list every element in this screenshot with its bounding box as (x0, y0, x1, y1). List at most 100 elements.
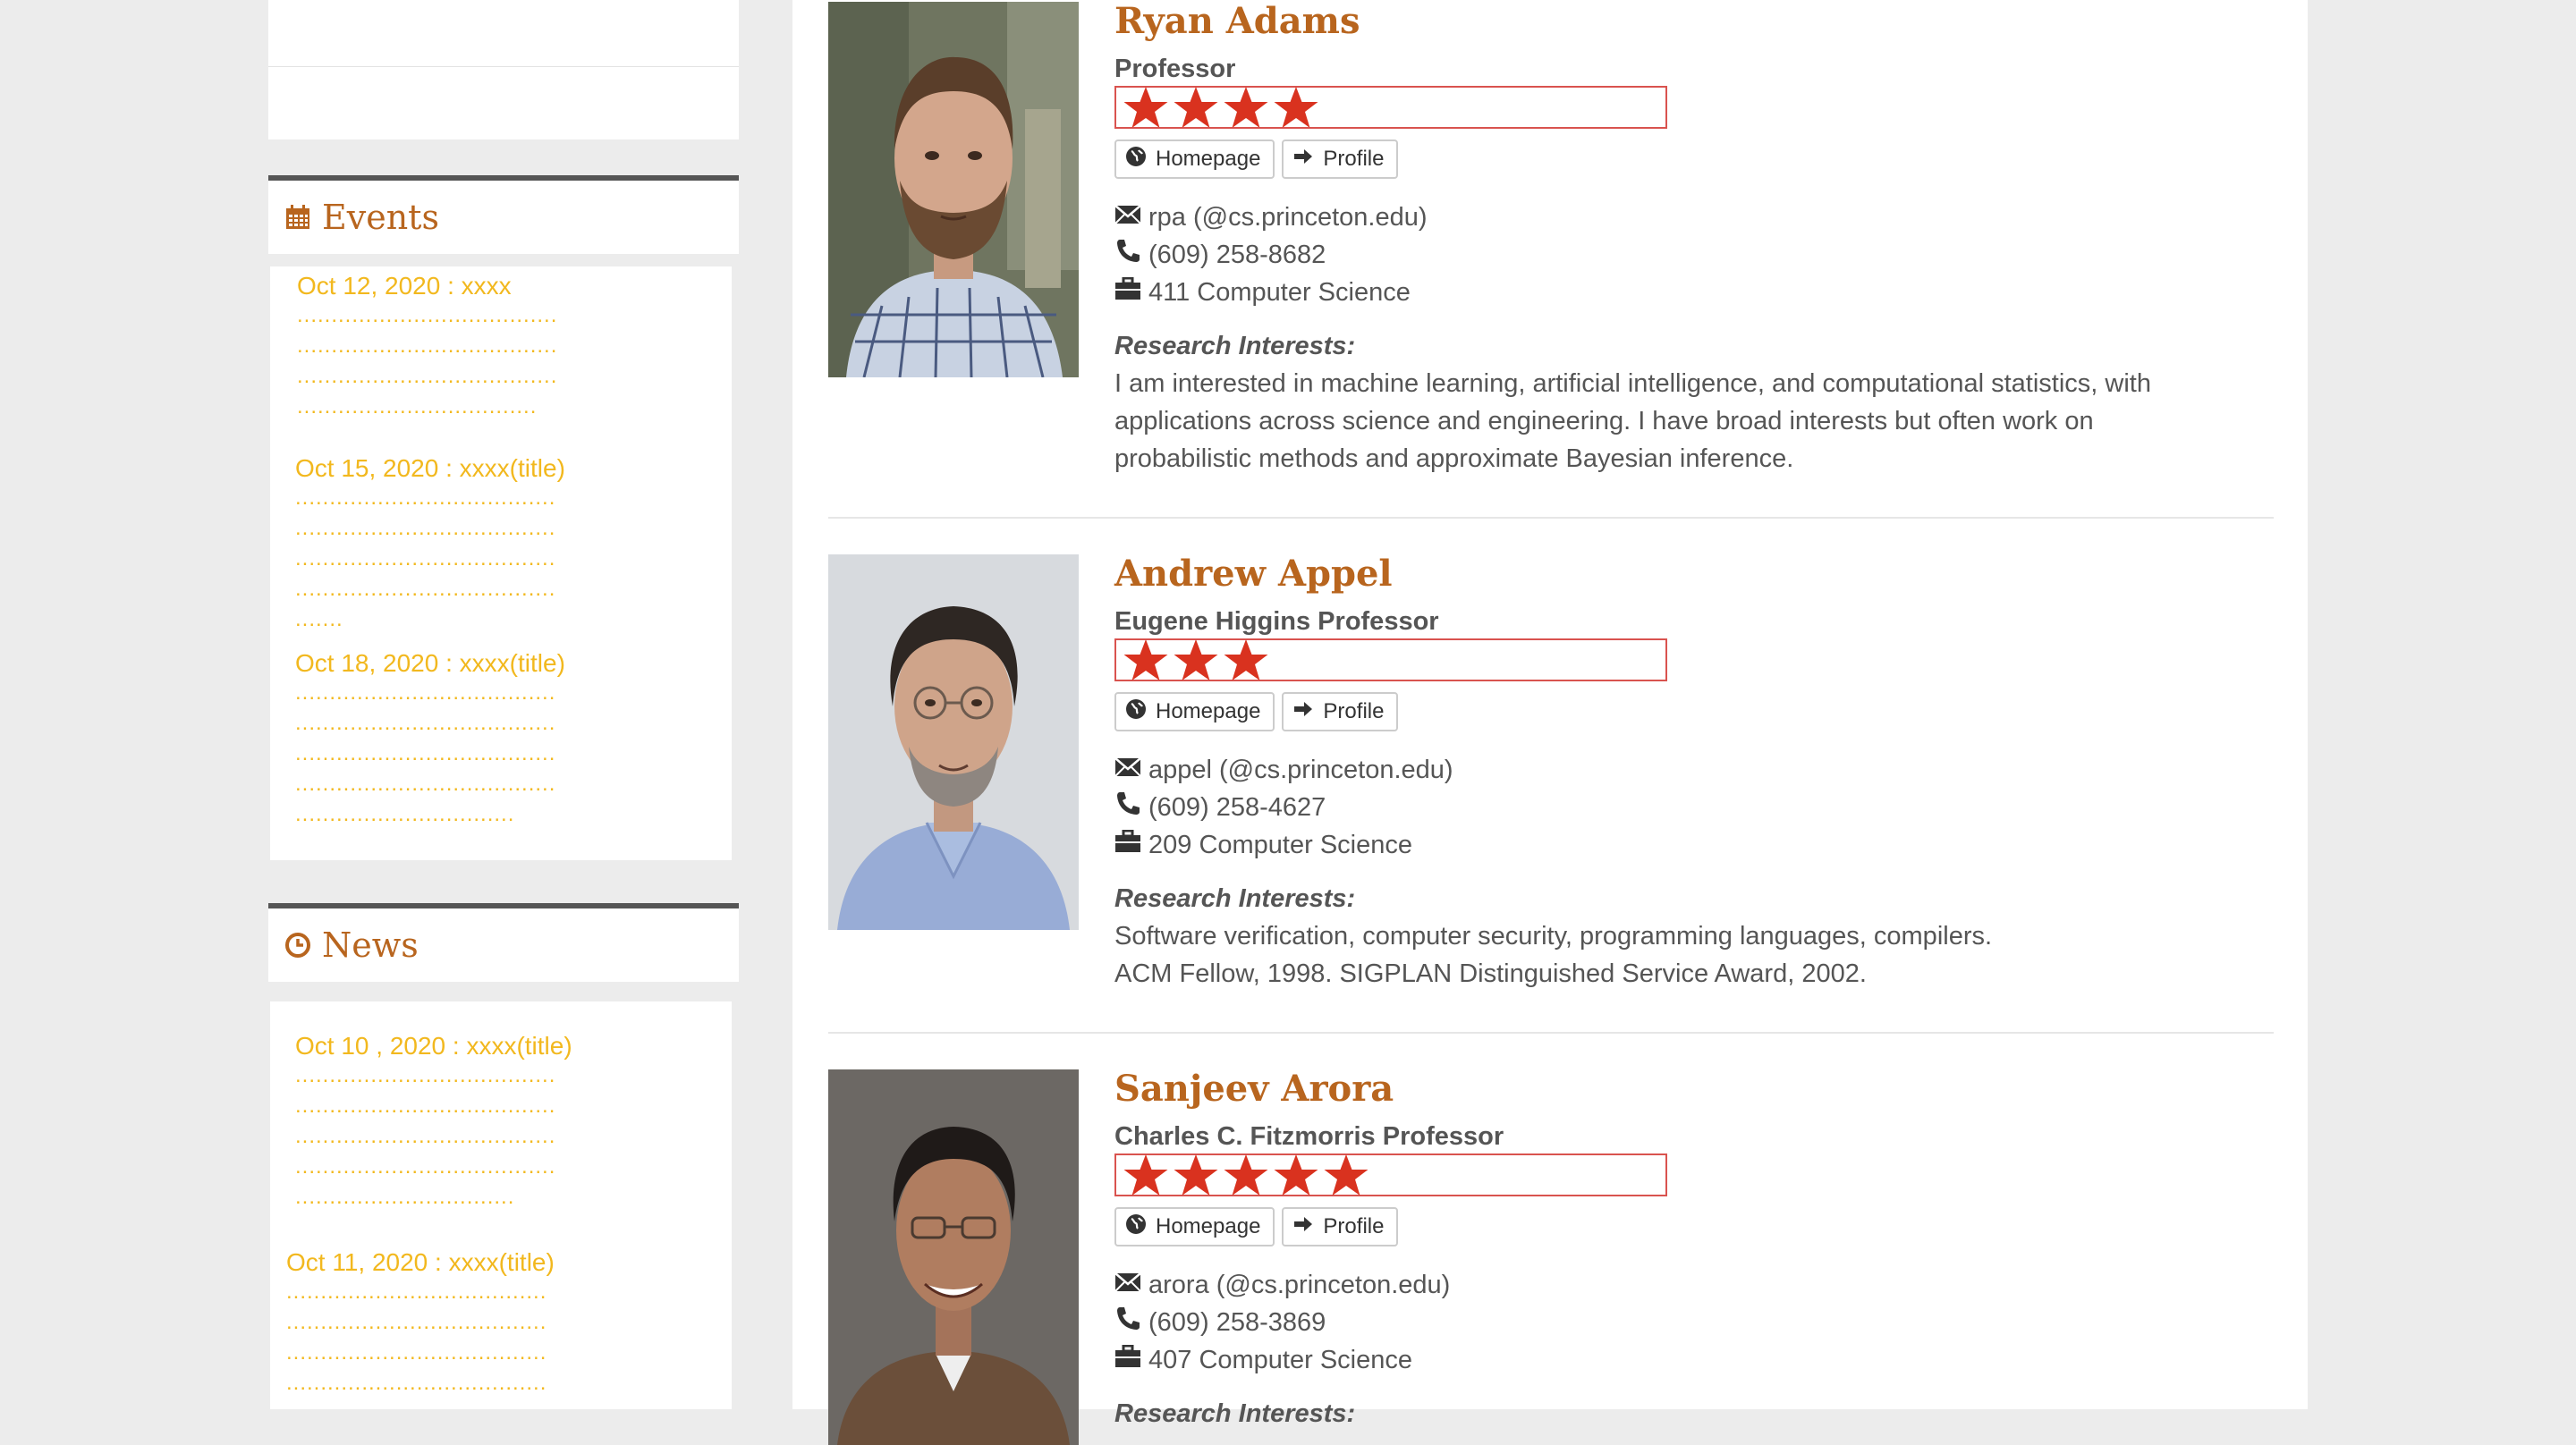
contact-info: appel (@cs.princeton.edu) (609) 258-4627… (1114, 751, 2268, 864)
homepage-button[interactable]: Homepage (1114, 692, 1275, 731)
person-card: Andrew Appel Eugene Higgins Professor Ho… (828, 554, 2274, 1037)
event-item[interactable]: Oct 15, 2020 : xxxx(title) .............… (295, 454, 635, 635)
star-icon (1274, 87, 1318, 128)
news-desc-line: ................................ (295, 1185, 515, 1209)
phone-icon (1114, 789, 1148, 826)
news-item[interactable]: Oct 10 , 2020 : xxxx(title) ............… (295, 1032, 635, 1213)
briefcase-icon (1114, 274, 1148, 311)
person-info: Ryan Adams Professor Homepage Profile rp… (1114, 2, 2268, 477)
homepage-button[interactable]: Homepage (1114, 139, 1275, 179)
event-desc-line: ...................................... (297, 364, 558, 388)
profile-label: Profile (1323, 699, 1385, 723)
news-item[interactable]: Oct 11, 2020 : xxxx(title) .............… (286, 1248, 626, 1399)
person-card: Ryan Adams Professor Homepage Profile rp… (828, 2, 2274, 503)
phone-icon (1114, 236, 1148, 274)
event-desc-line: ...................................... (295, 680, 556, 705)
event-desc-line: ...................................... (295, 772, 556, 796)
person-photo (828, 2, 1079, 377)
divider (828, 1032, 2274, 1034)
person-info: Andrew Appel Eugene Higgins Professor Ho… (1114, 554, 2268, 993)
research-interests-label: Research Interests: (1114, 332, 1356, 360)
person-rank: Charles C. Fitzmorris Professor (1114, 1122, 1504, 1151)
person-name[interactable]: Andrew Appel (1114, 554, 2268, 594)
profile-button[interactable]: Profile (1282, 1207, 1399, 1246)
event-item[interactable]: Oct 12, 2020 : xxxx ....................… (297, 272, 637, 422)
office-text: 209 Computer Science (1148, 831, 1412, 859)
envelope-icon (1114, 751, 1148, 789)
news-date-title[interactable]: Oct 10 , 2020 : xxxx(title) (295, 1032, 635, 1061)
news-date-title[interactable]: Oct 11, 2020 : xxxx(title) (286, 1248, 626, 1277)
phone-row: (609) 258-4627 (1114, 789, 2268, 826)
email-row: appel (@cs.princeton.edu) (1114, 751, 2268, 789)
email-row: rpa (@cs.princeton.edu) (1114, 199, 2268, 236)
person-name[interactable]: Sanjeev Arora (1114, 1069, 2268, 1109)
star-icon (1224, 1154, 1268, 1196)
button-row: Homepage Profile (1114, 139, 2268, 179)
envelope-icon (1114, 1266, 1148, 1304)
star-icon (1174, 1154, 1218, 1196)
profile-button[interactable]: Profile (1282, 139, 1399, 179)
homepage-button[interactable]: Homepage (1114, 1207, 1275, 1246)
office-text: 407 Computer Science (1148, 1346, 1412, 1374)
people-list: Ryan Adams Professor Homepage Profile rp… (792, 0, 2308, 1445)
person-card: Sanjeev Arora Charles C. Fitzmorris Prof… (828, 1069, 2274, 1445)
research-interests-label: Research Interests: (1114, 884, 1356, 913)
event-desc-line: ...................................... (295, 741, 556, 765)
star-icon (1123, 639, 1168, 680)
email-text[interactable]: rpa (@cs.princeton.edu) (1148, 199, 1428, 236)
office-row: 407 Computer Science (1114, 1341, 2268, 1379)
button-row: Homepage Profile (1114, 692, 2268, 731)
event-date-title[interactable]: Oct 15, 2020 : xxxx(title) (295, 454, 635, 483)
phone-row: (609) 258-8682 (1114, 236, 2268, 274)
divider (828, 517, 2274, 519)
research-interests-line: Software verification, computer security… (1114, 922, 1993, 951)
divider (268, 66, 739, 67)
event-desc-line: ...................................... (295, 546, 556, 570)
star-icon (1274, 1154, 1318, 1196)
news-desc-line: ...................................... (295, 1063, 556, 1087)
profile-label: Profile (1323, 147, 1385, 171)
clock-icon (284, 932, 311, 959)
briefcase-icon (1114, 826, 1148, 864)
person-info: Sanjeev Arora Charles C. Fitzmorris Prof… (1114, 1069, 2268, 1432)
briefcase-icon (1114, 1341, 1148, 1379)
news-list: Oct 10 , 2020 : xxxx(title) ............… (270, 1001, 732, 1409)
news-desc-line: ...................................... (295, 1154, 556, 1179)
event-desc-line: ...................................... (295, 711, 556, 735)
news-desc-line: ...................................... (295, 1124, 556, 1148)
arrow-right-icon (1292, 147, 1314, 173)
person-name[interactable]: Ryan Adams (1114, 2, 2268, 41)
phone-text: (609) 258-4627 (1148, 793, 1326, 822)
event-date-title[interactable]: Oct 18, 2020 : xxxx(title) (295, 649, 635, 678)
button-row: Homepage Profile (1114, 1207, 2268, 1246)
homepage-label: Homepage (1156, 147, 1261, 171)
event-desc-line: ...................................... (295, 577, 556, 601)
office-row: 411 Computer Science (1114, 274, 2268, 311)
news-header: News (268, 903, 739, 982)
email-row: arora (@cs.princeton.edu) (1114, 1266, 2268, 1304)
envelope-icon (1114, 199, 1148, 236)
event-desc-line: ................................... (297, 394, 538, 418)
star-rating (1114, 638, 1667, 681)
profile-button[interactable]: Profile (1282, 692, 1399, 731)
phone-icon (1114, 1304, 1148, 1341)
news-desc-line: ...................................... (295, 1094, 556, 1118)
calendar-icon (284, 204, 311, 231)
person-photo (828, 554, 1079, 930)
contact-info: rpa (@cs.princeton.edu) (609) 258-8682 4… (1114, 199, 2268, 311)
office-text: 411 Computer Science (1148, 278, 1411, 307)
news-desc-line: ...................................... (286, 1310, 547, 1334)
person-photo (828, 1069, 1079, 1445)
arrow-right-icon (1292, 1214, 1314, 1240)
event-desc-line: ...................................... (295, 486, 556, 510)
event-item[interactable]: Oct 18, 2020 : xxxx(title) .............… (295, 649, 635, 830)
email-text[interactable]: appel (@cs.princeton.edu) (1148, 751, 1453, 789)
globe-icon (1125, 1213, 1147, 1241)
globe-icon (1125, 698, 1147, 726)
star-icon (1224, 87, 1268, 128)
event-date-title[interactable]: Oct 12, 2020 : xxxx (297, 272, 637, 300)
star-icon (1174, 639, 1218, 680)
email-text[interactable]: arora (@cs.princeton.edu) (1148, 1266, 1450, 1304)
news-desc-line: ...................................... (286, 1340, 547, 1365)
homepage-label: Homepage (1156, 1214, 1261, 1238)
